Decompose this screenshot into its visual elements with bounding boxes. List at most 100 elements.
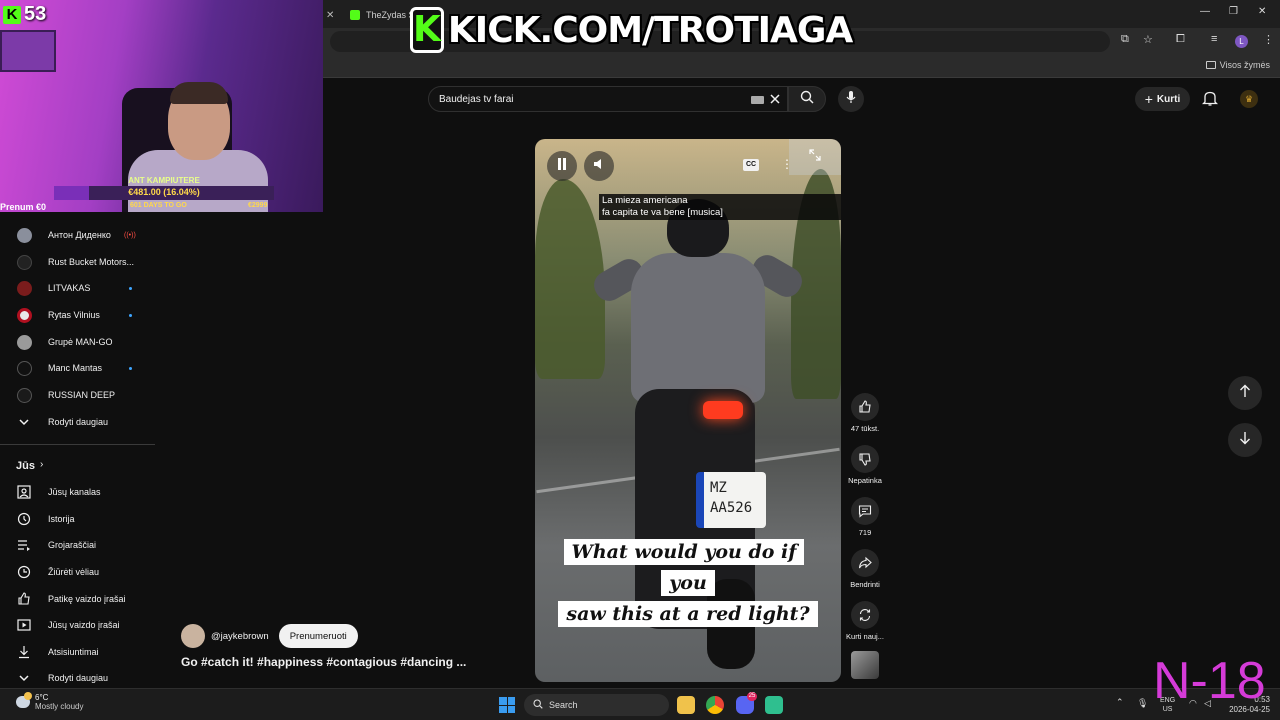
license-plate: MZ AA526 <box>696 472 766 528</box>
search-box <box>428 86 788 112</box>
bookmark-star-icon[interactable]: ☆ <box>1143 33 1153 46</box>
sidebar-item-russian-deep[interactable]: RUSSIAN DEEP <box>0 382 155 408</box>
your-videos-icon <box>16 617 32 633</box>
previous-short-button[interactable] <box>1228 376 1262 410</box>
avatar <box>17 334 32 350</box>
kick-favicon-icon <box>350 10 360 20</box>
share-label: Bendrinti <box>850 580 880 589</box>
fullscreen-button[interactable] <box>789 139 841 175</box>
plate-line-2: AA526 <box>710 500 753 516</box>
sidebar-item-rytas[interactable]: Rytas Vilnius <box>0 302 155 328</box>
taskbar-search[interactable]: Search <box>524 694 669 716</box>
sidebar-divider <box>0 444 155 445</box>
browser-menu-icon[interactable]: ⋮ <box>1263 33 1274 46</box>
pause-button[interactable] <box>547 151 577 181</box>
minimize-icon[interactable]: — <box>1200 6 1210 17</box>
windows-start-icon[interactable] <box>499 697 515 713</box>
sidebar: Антон Диденко ((•)) Rust Bucket Motors..… <box>0 212 155 687</box>
account-avatar[interactable]: ♛ <box>1240 90 1258 108</box>
captions-button[interactable]: CC <box>743 159 759 171</box>
sidebar-item-history[interactable]: Istorija <box>0 506 155 532</box>
browser-profile-avatar[interactable]: L <box>1235 35 1248 48</box>
volume-icon <box>593 157 605 175</box>
channel-name[interactable]: @jaykebrown <box>211 631 269 642</box>
sidebar-item-your-videos[interactable]: Jūsų vaizdo įrašai <box>0 612 155 638</box>
sidebar-item-watch-later[interactable]: Žiūrėti vėliau <box>0 559 155 585</box>
create-button[interactable]: + Kurti <box>1135 87 1190 111</box>
sidebar-you-header[interactable]: Jūs › <box>0 452 155 478</box>
all-bookmarks-button[interactable]: Visos žymės <box>1205 60 1270 70</box>
sidebar-item-label: Žiūrėti vėliau <box>48 567 100 577</box>
mute-button[interactable] <box>584 151 614 181</box>
sidebar-item-downloads[interactable]: Atsisiuntimai <box>0 639 155 665</box>
channel-icon <box>16 484 32 500</box>
dislike-button[interactable]: Nepatinka <box>845 445 885 485</box>
thumbs-up-icon <box>851 393 879 421</box>
next-short-button[interactable] <box>1228 423 1262 457</box>
clear-search-icon[interactable] <box>769 92 781 110</box>
media-icon[interactable]: ≡ <box>1211 33 1217 45</box>
temperature: 6°C <box>35 693 49 702</box>
sound-thumbnail[interactable] <box>851 651 879 679</box>
sidebar-item-your-channel[interactable]: Jūsų kanalas <box>0 479 155 505</box>
microphone-tray-icon[interactable]: 🎙︎ <box>1137 699 1148 708</box>
sidebar-item-label: LITVAKAS <box>48 283 91 293</box>
subscribe-button[interactable]: Prenumeruoti <box>278 624 358 648</box>
sidebar-item-liked[interactable]: Patikę vaizdo įrašai <box>0 586 155 612</box>
cast-icon[interactable]: ⧉ <box>1121 33 1129 46</box>
short-video-player[interactable]: MZ AA526 CC ⋮ La mieza americana fa capi… <box>535 139 841 682</box>
viewer-count-badge: K 53 <box>3 3 46 26</box>
search-button[interactable] <box>788 86 826 112</box>
tab-close-icon[interactable]: ✕ <box>326 4 334 26</box>
close-window-icon[interactable]: ✕ <box>1258 6 1266 17</box>
wall-frame <box>0 30 56 72</box>
goal-amount: €481.00 (16.04%) <box>128 187 200 197</box>
app-icon[interactable] <box>765 696 783 714</box>
restore-icon[interactable]: ❐ <box>1229 6 1238 17</box>
sidebar-item-label: Patikę vaizdo įrašai <box>48 594 126 604</box>
like-button[interactable]: 47 tūkst. <box>845 393 885 433</box>
video-text-overlay: What would you do if you saw this at a r… <box>549 537 827 630</box>
arrow-up-icon <box>1239 384 1251 403</box>
history-icon <box>16 511 32 527</box>
plus-icon: + <box>1144 91 1153 107</box>
goal-target: €2999 <box>248 202 268 209</box>
tray-overflow-icon[interactable]: ⌃ <box>1116 698 1124 707</box>
sidebar-item-anton[interactable]: Антон Диденко ((•)) <box>0 222 155 248</box>
short-title[interactable]: Go #catch it! #happiness #contagious #da… <box>181 655 466 669</box>
tab-thezydas[interactable]: TheZydas St <box>350 4 417 26</box>
short-channel-row: @jaykebrown Prenumeruoti <box>181 624 358 648</box>
sidebar-item-playlists[interactable]: Grojaraščiai <box>0 532 155 558</box>
remix-button[interactable]: Kurti nauj... <box>845 601 885 641</box>
weather-widget[interactable]: 6°C Mostly cloudy <box>16 692 84 711</box>
sidebar-item-litvakas[interactable]: LITVAKAS <box>0 275 155 301</box>
chrome-icon[interactable] <box>706 696 724 714</box>
sidebar-item-man-go[interactable]: Grupė MAN-GO <box>0 329 155 355</box>
sidebar-item-label: Rust Bucket Motors... <box>48 257 135 267</box>
avatar <box>17 280 32 296</box>
channel-avatar[interactable] <box>181 624 205 648</box>
sidebar-item-label: Rodyti daugiau <box>48 673 109 683</box>
search-icon <box>533 699 543 711</box>
extensions-icon[interactable]: ⧠ <box>1176 33 1185 46</box>
sidebar-item-manc-mantas[interactable]: Manc Mantas <box>0 355 155 381</box>
notifications-bell-icon[interactable] <box>1201 90 1219 112</box>
weather-condition: Mostly cloudy <box>35 702 84 711</box>
sidebar-item-rust-bucket[interactable]: Rust Bucket Motors... <box>0 249 155 275</box>
caption-line-1: La mieza americana <box>602 195 688 206</box>
comments-button[interactable]: 719 <box>845 497 885 537</box>
voice-search-button[interactable] <box>838 86 864 112</box>
file-explorer-icon[interactable] <box>677 696 695 714</box>
sidebar-show-more-subs[interactable]: Rodyti daugiau <box>0 409 155 435</box>
search-input[interactable] <box>439 91 739 108</box>
age-rating-badge: N-18 <box>1153 652 1266 710</box>
windows-taskbar: 6°C Mostly cloudy Search 25 ⌃ ENG US 🎙︎ ◠… <box>0 688 1280 720</box>
sidebar-item-label: Istorija <box>48 514 75 524</box>
avatar <box>17 387 32 403</box>
sidebar-item-label: Atsisiuntimai <box>48 647 99 657</box>
dislike-label: Nepatinka <box>848 476 882 485</box>
keyboard-icon[interactable] <box>751 96 764 104</box>
share-button[interactable]: Bendrinti <box>845 549 885 589</box>
sidebar-item-label: Manc Mantas <box>48 363 103 373</box>
partly-cloudy-icon <box>16 692 32 708</box>
